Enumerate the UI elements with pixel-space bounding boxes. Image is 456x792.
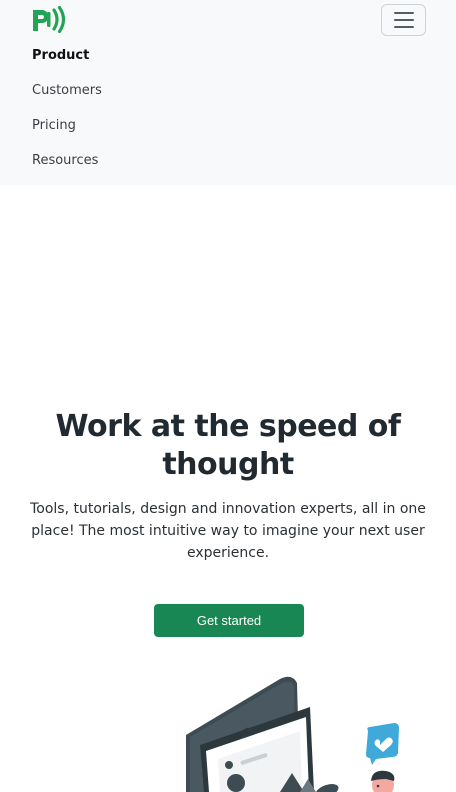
get-started-button[interactable]: Get started bbox=[154, 604, 304, 637]
phone-illustration bbox=[186, 676, 339, 792]
nav-item-pricing[interactable]: Pricing bbox=[32, 118, 76, 133]
brand-logo[interactable] bbox=[32, 6, 66, 33]
nav-item-resources[interactable]: Resources bbox=[32, 153, 98, 168]
hero-title-line2: thought bbox=[162, 447, 294, 482]
menu-toggle-button[interactable] bbox=[381, 4, 426, 36]
nav-item-product[interactable]: Product bbox=[32, 48, 89, 63]
hero-title: Work at the speed of thought bbox=[0, 408, 456, 484]
hero-illustration bbox=[186, 676, 399, 792]
hero-title-line1: Work at the speed of bbox=[55, 409, 401, 444]
navbar: Product Customers Pricing Resources bbox=[0, 0, 456, 185]
hero-subtitle: Tools, tutorials, design and innovation … bbox=[30, 501, 426, 561]
heart-bubble-icon bbox=[366, 723, 399, 765]
hamburger-icon bbox=[393, 12, 414, 14]
avatar-character bbox=[371, 770, 395, 792]
nav-item-customers[interactable]: Customers bbox=[32, 83, 102, 98]
